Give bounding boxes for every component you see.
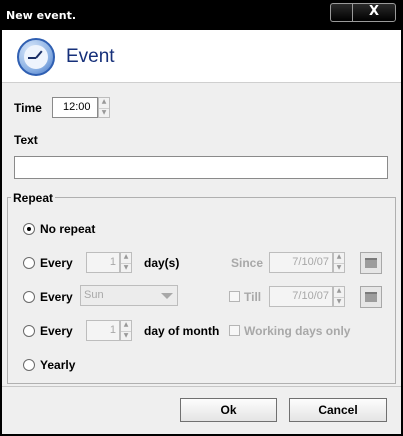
since-date-input[interactable]: 7/10/07 [269, 252, 333, 273]
no-repeat-radio[interactable] [23, 223, 35, 235]
weekday-select-value: Sun [84, 289, 104, 301]
days-unit-label: day(s) [144, 256, 180, 270]
calendar-icon [365, 292, 377, 302]
minimize-button[interactable] [330, 3, 352, 22]
day-of-month-input[interactable]: 1 [86, 320, 120, 341]
till-label: Till [244, 290, 262, 304]
footer-divider [2, 386, 401, 387]
every-weekday-label: Every [40, 290, 73, 304]
time-spinner[interactable]: ▲ ▼ [98, 97, 110, 118]
clock-icon [17, 38, 55, 76]
header-banner: Event [2, 30, 401, 83]
since-date-spinner[interactable]: ▲ ▼ [333, 252, 345, 273]
title-bar[interactable]: New event. X [0, 0, 403, 30]
yearly-label: Yearly [40, 358, 76, 372]
every-day-of-month-label: Every [40, 324, 73, 338]
working-days-checkbox[interactable] [229, 325, 240, 336]
time-input[interactable]: 12:00 [52, 97, 98, 118]
ok-button[interactable]: Ok [180, 398, 277, 422]
close-button[interactable]: X [352, 3, 396, 22]
till-checkbox[interactable] [229, 291, 240, 302]
till-date-input[interactable]: 7/10/07 [269, 286, 333, 307]
day-of-month-spinner[interactable]: ▲ ▼ [120, 320, 132, 341]
repeat-group-label: Repeat [11, 191, 56, 205]
banner-title: Event [66, 46, 115, 67]
close-icon: X [368, 4, 380, 19]
cancel-button[interactable]: Cancel [289, 398, 387, 422]
since-calendar-button[interactable] [360, 252, 382, 274]
every-days-label: Every [40, 256, 73, 270]
time-label: Time [14, 101, 42, 115]
weekday-select[interactable]: Sun [80, 285, 178, 306]
every-days-spinner[interactable]: ▲ ▼ [120, 252, 132, 273]
no-repeat-label: No repeat [40, 222, 96, 236]
yearly-radio[interactable] [23, 359, 35, 371]
working-days-label: Working days only [244, 324, 351, 338]
every-weekday-radio[interactable] [23, 291, 35, 303]
till-calendar-button[interactable] [360, 286, 382, 308]
every-days-input[interactable]: 1 [86, 252, 120, 273]
day-of-month-unit-label: day of month [144, 324, 220, 338]
calendar-icon [365, 258, 377, 268]
every-day-of-month-radio[interactable] [23, 325, 35, 337]
chevron-down-icon [161, 293, 173, 299]
since-label: Since [231, 256, 264, 270]
text-input[interactable] [14, 156, 388, 179]
every-days-radio[interactable] [23, 257, 35, 269]
till-date-spinner[interactable]: ▲ ▼ [333, 286, 345, 307]
text-label: Text [14, 133, 38, 147]
window-title: New event. [6, 9, 77, 22]
